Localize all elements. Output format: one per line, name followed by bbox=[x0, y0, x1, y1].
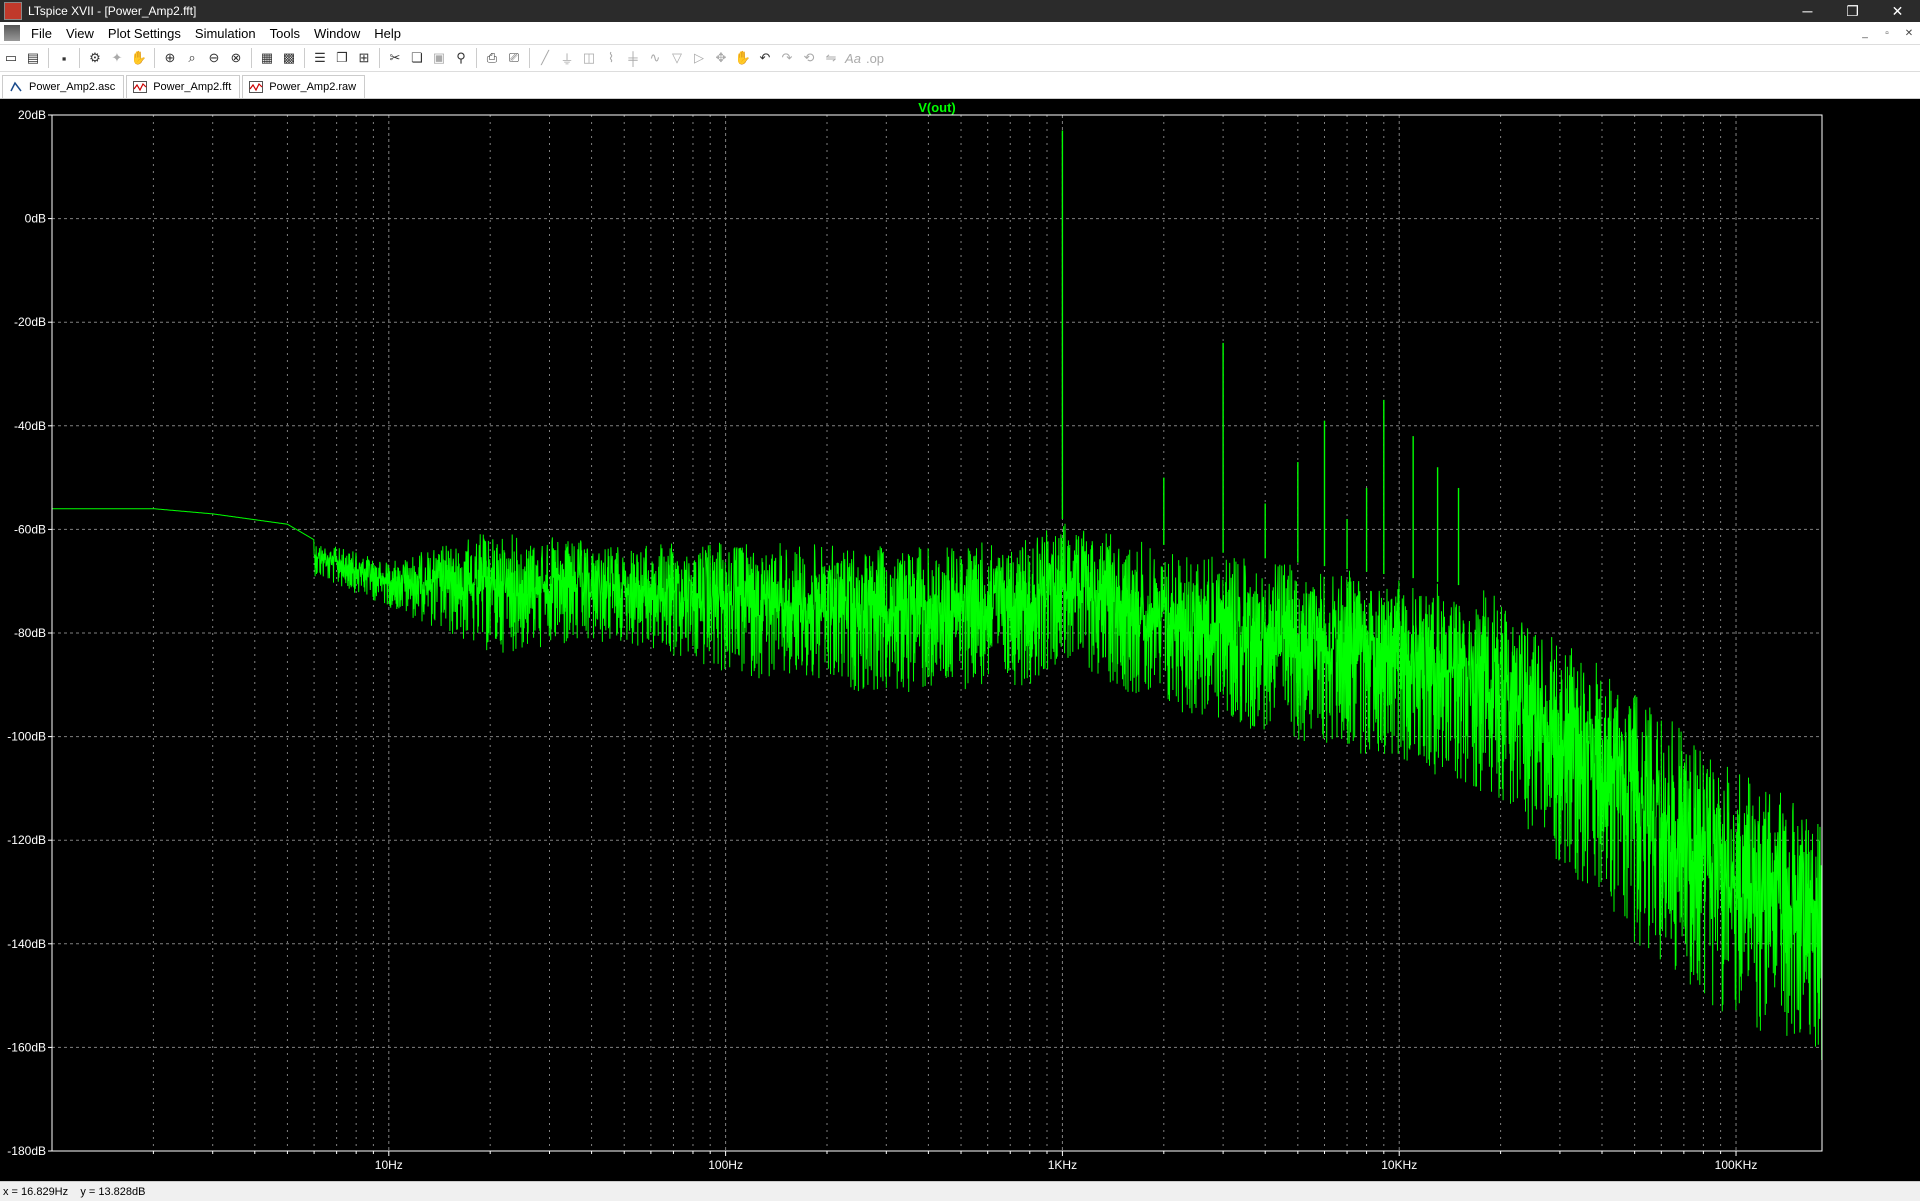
tile-icon[interactable]: ⊞ bbox=[354, 48, 374, 68]
pan-icon[interactable]: ✋ bbox=[129, 48, 149, 68]
autorange-icon[interactable]: ▦ bbox=[257, 48, 277, 68]
menu-plot-settings[interactable]: Plot Settings bbox=[101, 26, 188, 41]
component-icon[interactable]: ▷ bbox=[689, 48, 709, 68]
ground-icon[interactable]: ⏚ bbox=[557, 48, 577, 68]
y-tick-label: -120dB bbox=[7, 833, 46, 847]
x-tick-label: 10KHz bbox=[1381, 1158, 1417, 1172]
mdi-restore-button[interactable]: ▫ bbox=[1876, 28, 1898, 39]
waveform-icon bbox=[133, 81, 148, 93]
schematic-icon bbox=[10, 81, 22, 92]
move-icon[interactable]: ✥ bbox=[711, 48, 731, 68]
menu-help[interactable]: Help bbox=[367, 26, 408, 41]
menu-tools[interactable]: Tools bbox=[263, 26, 307, 41]
menu-simulation[interactable]: Simulation bbox=[188, 26, 263, 41]
tab-label: Power_Amp2.raw bbox=[269, 81, 357, 93]
drag-icon[interactable]: ✋ bbox=[733, 48, 753, 68]
menu-window[interactable]: Window bbox=[307, 26, 367, 41]
cascade-icon[interactable]: ❐ bbox=[332, 48, 352, 68]
rotate-icon[interactable]: ⟲ bbox=[799, 48, 819, 68]
y-tick-label: -160dB bbox=[7, 1040, 46, 1054]
minimize-button[interactable]: ─ bbox=[1785, 0, 1830, 22]
text-icon[interactable]: Aa bbox=[843, 48, 863, 68]
new-icon[interactable]: ▭ bbox=[1, 48, 21, 68]
x-tick-label: 100Hz bbox=[708, 1158, 743, 1172]
cursor-readout: x = 16.829Hz y = 13.828dB bbox=[3, 1185, 146, 1198]
x-tick-label: 10Hz bbox=[375, 1158, 403, 1172]
y-tick-label: -180dB bbox=[7, 1144, 46, 1158]
y-tick-label: 0dB bbox=[25, 212, 46, 226]
mirror-icon[interactable]: ⇋ bbox=[821, 48, 841, 68]
ltspice-app-icon bbox=[4, 2, 22, 20]
status-bar: x = 16.829Hz y = 13.828dB bbox=[0, 1181, 1920, 1201]
print-preview-icon[interactable]: ⎚ bbox=[504, 48, 524, 68]
print-icon[interactable]: ⎙ bbox=[482, 48, 502, 68]
control-panel-icon[interactable]: ⚙ bbox=[85, 48, 105, 68]
inductor-icon[interactable]: ∿ bbox=[645, 48, 665, 68]
y-axis-labels: 20dB 0dB -20dB -40dB -60dB -80dB -100dB -120dB -… bbox=[7, 108, 46, 1158]
spice-directive-icon[interactable]: .op bbox=[865, 48, 885, 68]
x-tick-label: 100KHz bbox=[1715, 1158, 1758, 1172]
diode-icon[interactable]: ▽ bbox=[667, 48, 687, 68]
trace-v-out[interactable] bbox=[52, 130, 1823, 1061]
tab-power-amp2-fft[interactable]: Power_Amp2.fft bbox=[126, 75, 241, 98]
menu-view[interactable]: View bbox=[59, 26, 101, 41]
tab-label: Power_Amp2.fft bbox=[153, 81, 232, 93]
grid-icon[interactable]: ▩ bbox=[279, 48, 299, 68]
zoom-area-icon[interactable]: ⌕ bbox=[182, 48, 202, 68]
tile-horizontal-icon[interactable]: ☰ bbox=[310, 48, 330, 68]
restore-button[interactable]: ❐ bbox=[1830, 0, 1875, 22]
find-icon[interactable]: ⚲ bbox=[451, 48, 471, 68]
zoom-in-icon[interactable]: ⊕ bbox=[160, 48, 180, 68]
y-tick-label: -80dB bbox=[14, 626, 46, 640]
y-tick-label: -100dB bbox=[7, 730, 46, 744]
tab-power-amp2-raw[interactable]: Power_Amp2.raw bbox=[242, 75, 366, 98]
trace-label[interactable]: V(out) bbox=[918, 100, 956, 115]
resistor-icon[interactable]: ⌇ bbox=[601, 48, 621, 68]
run-icon[interactable]: ✦ bbox=[107, 48, 127, 68]
copy-icon[interactable]: ❏ bbox=[407, 48, 427, 68]
redo-icon[interactable]: ↷ bbox=[777, 48, 797, 68]
x-tick-label: 1KHz bbox=[1048, 1158, 1077, 1172]
menu-bar: File View Plot Settings Simulation Tools… bbox=[0, 22, 1920, 45]
zoom-out-icon[interactable]: ⊖ bbox=[204, 48, 224, 68]
mdi-minimize-button[interactable]: _ bbox=[1854, 28, 1876, 39]
y-tick-label: -20dB bbox=[14, 315, 46, 329]
close-button[interactable]: ✕ bbox=[1875, 0, 1920, 22]
title-bar: LTspice XVII - [Power_Amp2.fft] ─ ❐ ✕ bbox=[0, 0, 1920, 22]
y-tick-label: 20dB bbox=[18, 108, 46, 122]
waveform-viewer[interactable]: V(out) 20dB 0dB -20dB -40dB -60dB -80dB -100dB… bbox=[0, 99, 1920, 1181]
fft-plot[interactable]: V(out) 20dB 0dB -20dB -40dB -60dB -80dB -100dB… bbox=[0, 99, 1920, 1181]
y-tick-label: -140dB bbox=[7, 937, 46, 951]
toolbar: ▭ ▤ ▪ ⚙ ✦ ✋ ⊕ ⌕ ⊖ ⊗ ▦ ▩ ☰ ❐ ⊞ ✂ ❏ ▣ ⚲ ⎙ … bbox=[0, 45, 1920, 72]
document-system-icon[interactable] bbox=[4, 25, 20, 41]
tab-label: Power_Amp2.asc bbox=[29, 81, 116, 93]
capacitor-icon[interactable]: ╪ bbox=[623, 48, 643, 68]
tab-power-amp2-asc[interactable]: Power_Amp2.asc bbox=[2, 75, 125, 98]
trace-noise-floor bbox=[52, 508, 1823, 1061]
zoom-fit-icon[interactable]: ⊗ bbox=[226, 48, 246, 68]
open-icon[interactable]: ▤ bbox=[23, 48, 43, 68]
wire-icon[interactable]: ╱ bbox=[535, 48, 555, 68]
waveform-icon bbox=[249, 81, 264, 93]
mdi-close-button[interactable]: ✕ bbox=[1898, 28, 1920, 39]
y-tick-label: -60dB bbox=[14, 522, 46, 536]
paste-icon[interactable]: ▣ bbox=[429, 48, 449, 68]
window-title: LTspice XVII - [Power_Amp2.fft] bbox=[28, 4, 197, 18]
label-icon[interactable]: ◫ bbox=[579, 48, 599, 68]
undo-icon[interactable]: ↶ bbox=[755, 48, 775, 68]
x-axis-labels: 10Hz 100Hz 1KHz 10KHz 100KHz bbox=[375, 1158, 1758, 1172]
menu-file[interactable]: File bbox=[24, 26, 59, 41]
save-icon[interactable]: ▪ bbox=[54, 48, 74, 68]
y-tick-label: -40dB bbox=[14, 419, 46, 433]
document-tabs: Power_Amp2.asc Power_Amp2.fft Power_Amp2… bbox=[0, 72, 1920, 99]
cut-icon[interactable]: ✂ bbox=[385, 48, 405, 68]
